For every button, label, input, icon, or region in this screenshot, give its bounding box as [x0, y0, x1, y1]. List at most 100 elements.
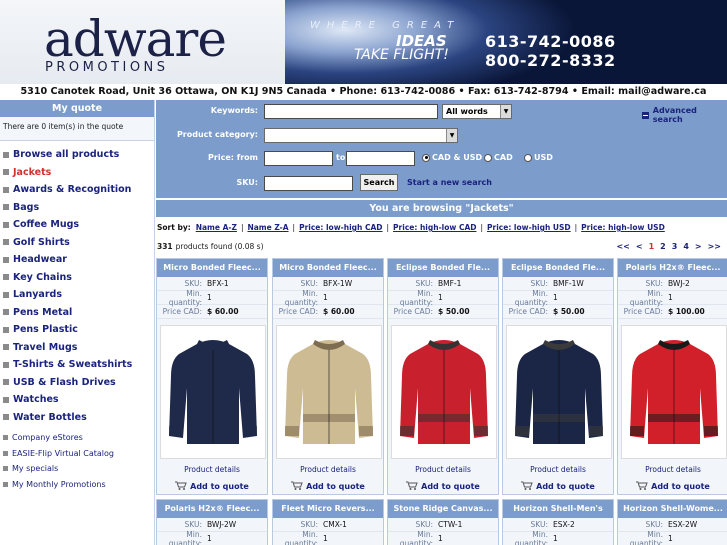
- add-to-quote-button[interactable]: Add to quote: [273, 481, 383, 492]
- min-qty-key: Min. quantity:: [399, 288, 433, 307]
- add-to-quote-button[interactable]: Add to quote: [618, 481, 727, 492]
- add-to-quote-button[interactable]: Add to quote: [503, 481, 613, 492]
- category-pens-plastic[interactable]: Pens Plastic: [0, 321, 154, 339]
- product-title[interactable]: Micro Bonded Fleec...: [273, 259, 383, 277]
- price-key: Price CAD:: [278, 307, 318, 316]
- product-title[interactable]: Fleet Micro Revers...: [273, 500, 383, 518]
- product-title[interactable]: Horizon Shell-Men's: [503, 500, 613, 518]
- pager-last[interactable]: >>: [708, 242, 721, 251]
- pager-next[interactable]: >: [695, 242, 702, 251]
- new-search-link[interactable]: Start a new search: [407, 178, 492, 187]
- sort-price-low-high-cad[interactable]: Price: low-high CAD: [299, 223, 382, 232]
- match-select-value: All words: [446, 107, 488, 116]
- sort-name-z-a[interactable]: Name Z-A: [247, 223, 288, 232]
- category-headwear[interactable]: Headwear: [0, 251, 154, 269]
- product-card: Fleet Micro Revers... SKU: CMX-1 Min. quant…: [272, 499, 384, 545]
- link-easie-flip-virtual-catalog[interactable]: EASIE-Flip Virtual Catalog: [0, 446, 154, 462]
- product-title[interactable]: Polaris H2x® Fleec...: [618, 259, 727, 277]
- radio-label: CAD: [494, 153, 513, 162]
- product-card: Micro Bonded Fleec... SKU: BFX-1W Min. quan…: [272, 258, 384, 495]
- product-title[interactable]: Eclipse Bonded Fle...: [503, 259, 613, 277]
- sort-price-high-low-cad[interactable]: Price: high-low CAD: [393, 223, 476, 232]
- category-travel-mugs[interactable]: Travel Mugs: [0, 339, 154, 357]
- sort-label: Sort by:: [157, 223, 191, 232]
- extra-link-label: My Monthly Promotions: [12, 479, 106, 489]
- product-title[interactable]: Eclipse Bonded Fle...: [388, 259, 498, 277]
- sku-value: ESX-2: [553, 520, 575, 529]
- category-water-bottles[interactable]: Water Bottles: [0, 409, 154, 427]
- product-details-link[interactable]: Product details: [388, 465, 498, 474]
- pager-prev[interactable]: <: [636, 242, 643, 251]
- pager-page-2[interactable]: 2: [660, 242, 666, 251]
- category-key-chains[interactable]: Key Chains: [0, 269, 154, 287]
- category-bags[interactable]: Bags: [0, 199, 154, 217]
- sku-value: BWJ-2W: [207, 520, 237, 529]
- product-title[interactable]: Stone Ridge Canvas...: [388, 500, 498, 518]
- adware-logo[interactable]: adware PROMOTIONS: [0, 0, 285, 84]
- sku-key: SKU:: [184, 520, 203, 529]
- product-details-link[interactable]: Product details: [157, 465, 267, 474]
- add-to-quote-button[interactable]: Add to quote: [157, 481, 267, 492]
- search-button[interactable]: Search: [360, 174, 398, 191]
- min-qty-value: 1: [553, 293, 558, 302]
- price-from-input[interactable]: [264, 151, 333, 166]
- product-photo[interactable]: [391, 325, 497, 459]
- my-quote-title[interactable]: My quote: [0, 100, 154, 117]
- price-value: $ 100.00: [668, 307, 705, 316]
- keywords-input[interactable]: [264, 104, 438, 119]
- product-title[interactable]: Micro Bonded Fleec...: [157, 259, 267, 277]
- category-coffee-mugs[interactable]: Coffee Mugs: [0, 216, 154, 234]
- pager-page-1[interactable]: 1: [649, 242, 655, 251]
- sku-input[interactable]: [264, 176, 353, 191]
- category-pens-metal[interactable]: Pens Metal: [0, 304, 154, 322]
- product-details-link[interactable]: Product details: [503, 465, 613, 474]
- sort-price-high-low-usd[interactable]: Price: high-low USD: [581, 223, 665, 232]
- product-photo[interactable]: [160, 325, 266, 459]
- advanced-search-link[interactable]: Advanced search: [642, 106, 727, 124]
- currency-radio-cad-usd[interactable]: CAD & USD: [422, 153, 482, 162]
- bullet-square-icon: [3, 256, 9, 263]
- pager-page-3[interactable]: 3: [672, 242, 678, 251]
- category-jackets[interactable]: Jackets: [0, 164, 154, 182]
- price-key: Price CAD:: [393, 307, 433, 316]
- product-details-link[interactable]: Product details: [618, 465, 727, 474]
- category-t-shirts-sweatshirts[interactable]: T-Shirts & Sweatshirts: [0, 356, 154, 374]
- add-to-quote-label: Add to quote: [536, 482, 595, 491]
- price-to-input[interactable]: [346, 151, 415, 166]
- product-title[interactable]: Horizon Shell-Wome...: [618, 500, 727, 518]
- sku-key: SKU:: [415, 279, 434, 288]
- price-key: Price CAD:: [162, 307, 202, 316]
- min-qty-key: Min. quantity:: [629, 288, 663, 307]
- currency-radio-usd[interactable]: USD: [524, 153, 553, 162]
- link-my-monthly-promotions[interactable]: My Monthly Promotions: [0, 477, 154, 493]
- category-select[interactable]: ▼: [264, 128, 458, 143]
- product-photo[interactable]: [506, 325, 612, 459]
- match-select[interactable]: All words ▼: [442, 104, 512, 119]
- sku-value: CMX-1: [323, 520, 347, 529]
- category-lanyards[interactable]: Lanyards: [0, 286, 154, 304]
- currency-radio-cad[interactable]: CAD: [484, 153, 513, 162]
- product-title[interactable]: Polaris H2x® Fleec...: [157, 500, 267, 518]
- min-qty-key: Min. quantity:: [168, 529, 202, 545]
- category-awards-recognition[interactable]: Awards & Recognition: [0, 181, 154, 199]
- sort-name-a-z[interactable]: Name A-Z: [196, 223, 237, 232]
- sort-price-low-high-usd[interactable]: Price: low-high USD: [487, 223, 571, 232]
- category-watches[interactable]: Watches: [0, 391, 154, 409]
- product-details-link[interactable]: Product details: [273, 465, 383, 474]
- pager-first[interactable]: <<: [616, 242, 629, 251]
- product-photo[interactable]: [621, 325, 727, 459]
- category-browse-all-products[interactable]: Browse all products: [0, 146, 154, 164]
- add-to-quote-button[interactable]: Add to quote: [388, 481, 498, 492]
- link-my-specials[interactable]: My specials: [0, 461, 154, 477]
- advanced-search-label: Advanced search: [652, 106, 697, 124]
- product-minqty-row: Min. quantity: 1: [618, 288, 727, 307]
- extra-link-label: Company eStores: [12, 433, 83, 443]
- min-qty-value: 1: [438, 534, 443, 543]
- pager-page-4[interactable]: 4: [683, 242, 689, 251]
- category-usb-flash-drives[interactable]: USB & Flash Drives: [0, 374, 154, 392]
- product-photo[interactable]: [276, 325, 382, 459]
- product-card: Micro Bonded Fleec... SKU: BFX-1 Min. quant…: [156, 258, 268, 495]
- category-golf-shirts[interactable]: Golf Shirts: [0, 234, 154, 252]
- link-company-estores[interactable]: Company eStores: [0, 430, 154, 446]
- collapse-icon: [642, 111, 649, 119]
